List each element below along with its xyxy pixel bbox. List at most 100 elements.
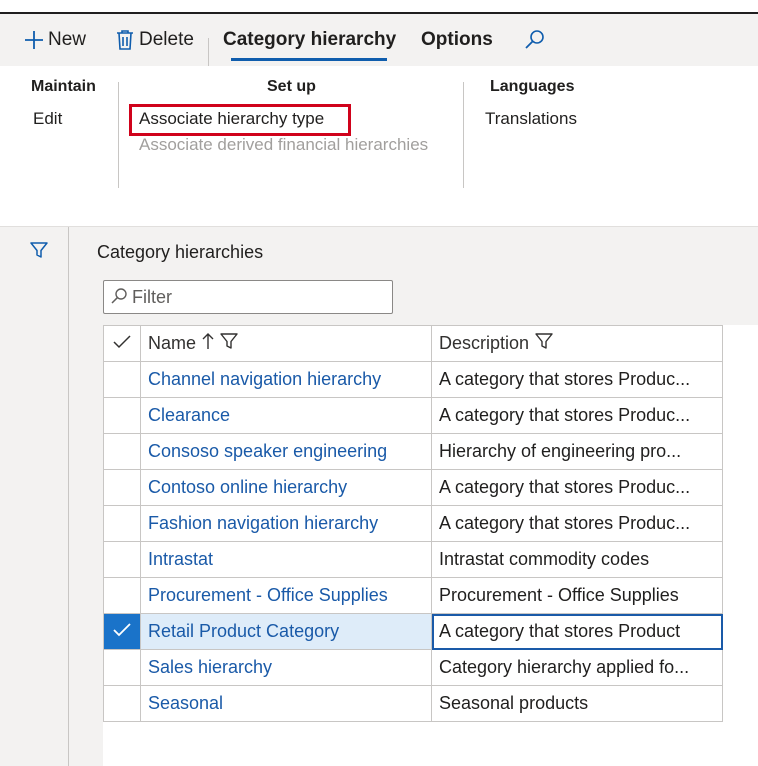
column-header-description-label: Description (439, 333, 530, 353)
name-link[interactable]: Sales hierarchy (142, 657, 431, 678)
table-row[interactable]: Channel navigation hierarchy A category … (103, 361, 723, 398)
table-row[interactable]: Seasonal Seasonal products (103, 685, 723, 722)
highlight-annotation (129, 104, 351, 136)
column-header-name[interactable]: Name (140, 325, 432, 362)
category-hierarchies-grid: Name Description Channel navigation hier… (103, 325, 723, 722)
active-tab-indicator (231, 58, 387, 61)
delete-button[interactable]: Delete (116, 14, 194, 66)
table-row[interactable]: Consoso speaker engineering Hierarchy of… (103, 433, 723, 470)
tab-options-label: Options (421, 29, 493, 50)
description-cell[interactable]: A category that stores Produc... (431, 397, 723, 434)
group-title-languages: Languages (490, 78, 575, 95)
description-cell[interactable]: Intrastat commodity codes (431, 541, 723, 578)
description-cell[interactable]: Hierarchy of engineering pro... (431, 433, 723, 470)
check-icon (113, 621, 140, 642)
search-button[interactable] (524, 14, 546, 66)
name-link[interactable]: Clearance (142, 405, 431, 426)
section-title: Category hierarchies (97, 242, 264, 262)
name-cell[interactable]: Consoso speaker engineering (140, 433, 432, 470)
description-cell[interactable]: Procurement - Office Supplies (431, 577, 723, 614)
search-icon (110, 287, 128, 310)
name-cell[interactable]: Fashion navigation hierarchy (140, 505, 432, 542)
name-link[interactable]: Consoso speaker engineering (142, 441, 431, 462)
group-title-maintain: Maintain (31, 78, 96, 95)
edit-button[interactable]: Edit (33, 109, 62, 129)
tab-options[interactable]: Options (421, 14, 493, 66)
name-cell[interactable]: Intrastat (140, 541, 432, 578)
name-cell[interactable]: Contoso online hierarchy (140, 469, 432, 506)
filter-input[interactable] (128, 286, 376, 308)
associate-derived-financial-hierarchies-button[interactable]: Associate derived financial hierarchies (139, 135, 428, 155)
table-row-selected[interactable]: Retail Product Category A category that … (103, 613, 723, 650)
description-text: A category that stores Produc... (439, 405, 691, 425)
ribbon: Maintain Edit Set up Associate hierarchy… (0, 66, 758, 227)
tab-category-hierarchy-label: Category hierarchy (223, 29, 397, 50)
description-cell[interactable]: A category that stores Produc... (431, 361, 723, 398)
name-link[interactable]: Retail Product Category (142, 621, 431, 642)
search-icon (524, 29, 546, 51)
name-link[interactable]: Contoso online hierarchy (142, 477, 431, 498)
row-select-cell[interactable] (103, 541, 141, 578)
row-select-cell[interactable] (103, 613, 141, 650)
description-cell[interactable]: A category that stores Produc... (431, 469, 723, 506)
toolbar-divider (208, 38, 209, 68)
row-select-cell[interactable] (103, 361, 141, 398)
description-text: Hierarchy of engineering pro... (439, 441, 682, 461)
filter-field[interactable] (103, 280, 393, 314)
table-row[interactable]: Clearance A category that stores Produc.… (103, 397, 723, 434)
name-cell[interactable]: Sales hierarchy (140, 649, 432, 686)
column-header-name-label: Name (148, 333, 197, 353)
table-row[interactable]: Procurement - Office Supplies Procuremen… (103, 577, 723, 614)
description-cell[interactable]: Seasonal products (431, 685, 723, 722)
row-select-cell[interactable] (103, 397, 141, 434)
row-select-cell[interactable] (103, 685, 141, 722)
group-divider (463, 82, 464, 188)
description-cell[interactable]: A category that stores Produc... (431, 505, 723, 542)
new-button[interactable]: New (24, 14, 86, 66)
sort-ascending-icon (202, 332, 214, 355)
description-text: A category that stores Produc... (439, 369, 691, 389)
name-link[interactable]: Fashion navigation hierarchy (142, 513, 431, 534)
description-cell[interactable]: A category that stores Product (431, 613, 723, 650)
grid-header-row: Name Description (103, 325, 723, 362)
description-text: A category that stores Produc... (439, 513, 691, 533)
row-select-cell[interactable] (103, 505, 141, 542)
description-text[interactable]: A category that stores Product (433, 621, 722, 642)
description-text: A category that stores Produc... (439, 477, 691, 497)
description-text: Intrastat commodity codes (439, 549, 650, 569)
column-filter-icon[interactable] (535, 332, 553, 355)
name-cell[interactable]: Clearance (140, 397, 432, 434)
trash-icon (116, 29, 134, 51)
add-icon (24, 30, 44, 50)
description-text: Procurement - Office Supplies (439, 585, 679, 605)
check-icon (113, 333, 140, 354)
table-row[interactable]: Contoso online hierarchy A category that… (103, 469, 723, 506)
name-cell[interactable]: Procurement - Office Supplies (140, 577, 432, 614)
select-all-header[interactable] (103, 325, 141, 362)
name-link[interactable]: Intrastat (142, 549, 431, 570)
translations-button[interactable]: Translations (485, 109, 577, 129)
description-text: Seasonal products (439, 693, 589, 713)
table-row[interactable]: Sales hierarchy Category hierarchy appli… (103, 649, 723, 686)
row-select-cell[interactable] (103, 469, 141, 506)
group-title-setup: Set up (267, 78, 316, 95)
name-link[interactable]: Procurement - Office Supplies (142, 585, 431, 606)
row-select-cell[interactable] (103, 433, 141, 470)
name-link[interactable]: Seasonal (142, 693, 431, 714)
column-header-description[interactable]: Description (431, 325, 723, 362)
filter-pane (0, 227, 69, 766)
name-cell[interactable]: Channel navigation hierarchy (140, 361, 432, 398)
description-cell[interactable]: Category hierarchy applied fo... (431, 649, 723, 686)
row-select-cell[interactable] (103, 649, 141, 686)
new-button-label: New (48, 29, 87, 50)
filter-icon[interactable] (30, 241, 48, 264)
table-row[interactable]: Fashion navigation hierarchy A category … (103, 505, 723, 542)
delete-button-label: Delete (139, 29, 194, 50)
column-filter-icon[interactable] (220, 332, 238, 355)
name-link[interactable]: Channel navigation hierarchy (142, 369, 431, 390)
group-divider (118, 82, 119, 188)
table-row[interactable]: Intrastat Intrastat commodity codes (103, 541, 723, 578)
row-select-cell[interactable] (103, 577, 141, 614)
name-cell[interactable]: Seasonal (140, 685, 432, 722)
name-cell[interactable]: Retail Product Category (140, 613, 432, 650)
